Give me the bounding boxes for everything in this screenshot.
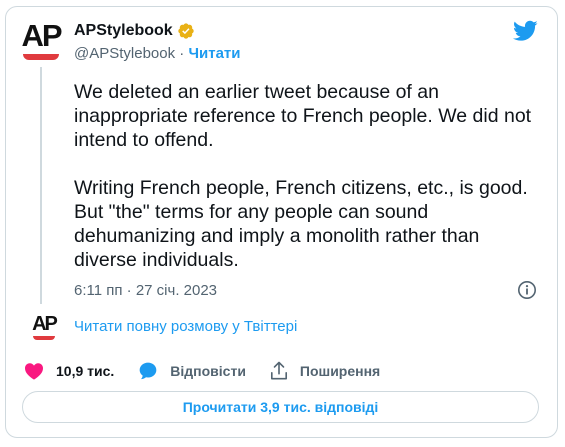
action-bar: 10,9 тис. Відповісти Поширення [24,360,404,382]
share-button[interactable]: Поширення [270,361,380,381]
reply-button[interactable]: Відповісти [138,361,246,381]
heart-icon [25,363,43,380]
like-count: 10,9 тис. [56,363,115,379]
ap-logo-icon[interactable]: AP [21,18,63,60]
read-replies-label: Прочитати 3,9 тис. відповіді [182,399,379,415]
reply-bubble-icon [139,362,157,380]
thread-line [40,67,42,304]
twitter-bird-icon[interactable] [513,20,538,42]
read-replies-button[interactable]: Прочитати 3,9 тис. відповіді [22,391,539,423]
share-label: Поширення [299,363,381,379]
tweet-timestamp[interactable]: 6:11 пп · 27 січ. 2023 [74,282,217,299]
ap-logo-text: AP [21,18,62,53]
verified-badge-icon [178,23,194,39]
read-conversation-link[interactable]: Читати повну розмову у Твіттері [74,318,297,335]
separator-dot: · [179,45,185,62]
thread-ap-logo-icon[interactable]: AP [30,314,58,340]
like-button[interactable]: 10,9 тис. [24,362,114,380]
author-display-name[interactable]: APStylebook [74,22,173,40]
author-handle[interactable]: @APStylebook [74,45,175,62]
author-name-row[interactable]: APStylebook [74,22,195,40]
info-icon[interactable] [517,280,537,300]
share-icon [270,361,287,380]
follow-link[interactable]: Читати [188,45,240,62]
tweet-text: We deleted an earlier tweet because of a… [74,81,532,271]
reply-label: Відповісти [170,363,246,379]
thread-ap-logo-text: AP [32,313,58,335]
author-handle-row: @APStylebook · Читати [74,45,241,62]
